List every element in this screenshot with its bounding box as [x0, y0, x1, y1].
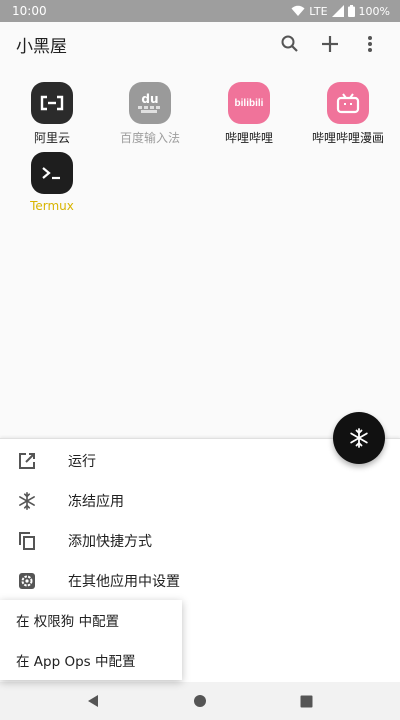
configure-popup-menu: 在 权限狗 中配置 在 App Ops 中配置 [0, 600, 182, 680]
battery-label: 100% [358, 4, 390, 18]
app-tile-bilibili-comic[interactable]: 哔哩哔哩漫画 [302, 82, 394, 146]
sheet-item-freeze[interactable]: 冻结应用 [0, 481, 400, 521]
app-label: 哔哩哔哩 [224, 131, 273, 145]
sheet-item-label: 添加快捷方式 [68, 534, 152, 550]
app-label: Termux [30, 199, 74, 213]
bilibili-icon-text: bilibili [234, 97, 264, 109]
sheet-item-add-shortcut[interactable]: 添加快捷方式 [0, 521, 400, 561]
snowflake-icon [350, 428, 368, 448]
search-icon [281, 35, 298, 52]
sheet-item-label: 冻结应用 [68, 494, 124, 510]
aliyun-icon [31, 82, 73, 124]
popup-item-permission-dog[interactable]: 在 权限狗 中配置 [0, 600, 182, 640]
app-bar: 小黑屋 [0, 22, 400, 66]
open-external-icon [16, 450, 38, 472]
plus-icon [322, 36, 338, 52]
add-button[interactable] [310, 24, 350, 64]
recents-square-icon [300, 695, 313, 707]
wifi-icon [291, 5, 305, 16]
search-button[interactable] [270, 24, 310, 64]
signal-icon [331, 5, 344, 17]
popup-item-app-ops[interactable]: 在 App Ops 中配置 [0, 640, 182, 680]
more-options-button[interactable] [350, 24, 390, 64]
app-tile-bilibili[interactable]: bilibili 哔哩哔哩 [203, 82, 295, 146]
bilibili-comic-icon [327, 82, 369, 124]
termux-icon [31, 152, 73, 194]
app-label: 阿里云 [33, 131, 70, 145]
baidu-ime-icon: du [129, 82, 171, 124]
app-tile-baidu-ime[interactable]: du 百度输入法 [104, 82, 196, 146]
back-triangle-icon [88, 695, 99, 707]
app-tile-termux[interactable]: Termux [6, 152, 98, 213]
navigation-bar [0, 682, 400, 720]
home-button[interactable] [180, 684, 220, 718]
network-label: LTE [309, 4, 328, 18]
sheet-item-label: 在其他应用中设置 [68, 574, 180, 590]
back-button[interactable] [73, 684, 113, 718]
page-title: 小黑屋 [16, 36, 67, 57]
freeze-fab-button[interactable] [333, 412, 385, 464]
status-bar: 10:00 LTE 100% [0, 0, 400, 22]
snowflake-icon [16, 490, 38, 512]
baidu-ime-icon-text: du [141, 91, 159, 106]
app-tile-aliyun[interactable]: 阿里云 [6, 82, 98, 146]
app-label: 百度输入法 [119, 131, 180, 145]
more-vert-icon [368, 36, 372, 52]
sheet-item-label: 运行 [68, 454, 96, 470]
home-circle-icon [193, 695, 206, 707]
sheet-item-configure-in-other-app[interactable]: 在其他应用中设置 [0, 561, 400, 601]
settings-icon [16, 570, 38, 592]
bilibili-icon: bilibili [228, 82, 270, 124]
copy-icon [16, 530, 38, 552]
battery-icon [347, 5, 355, 17]
recents-button[interactable] [287, 684, 327, 718]
status-indicators: LTE 100% [291, 5, 390, 18]
status-time: 10:00 [12, 4, 47, 18]
app-label: 哔哩哔哩漫画 [311, 131, 384, 145]
